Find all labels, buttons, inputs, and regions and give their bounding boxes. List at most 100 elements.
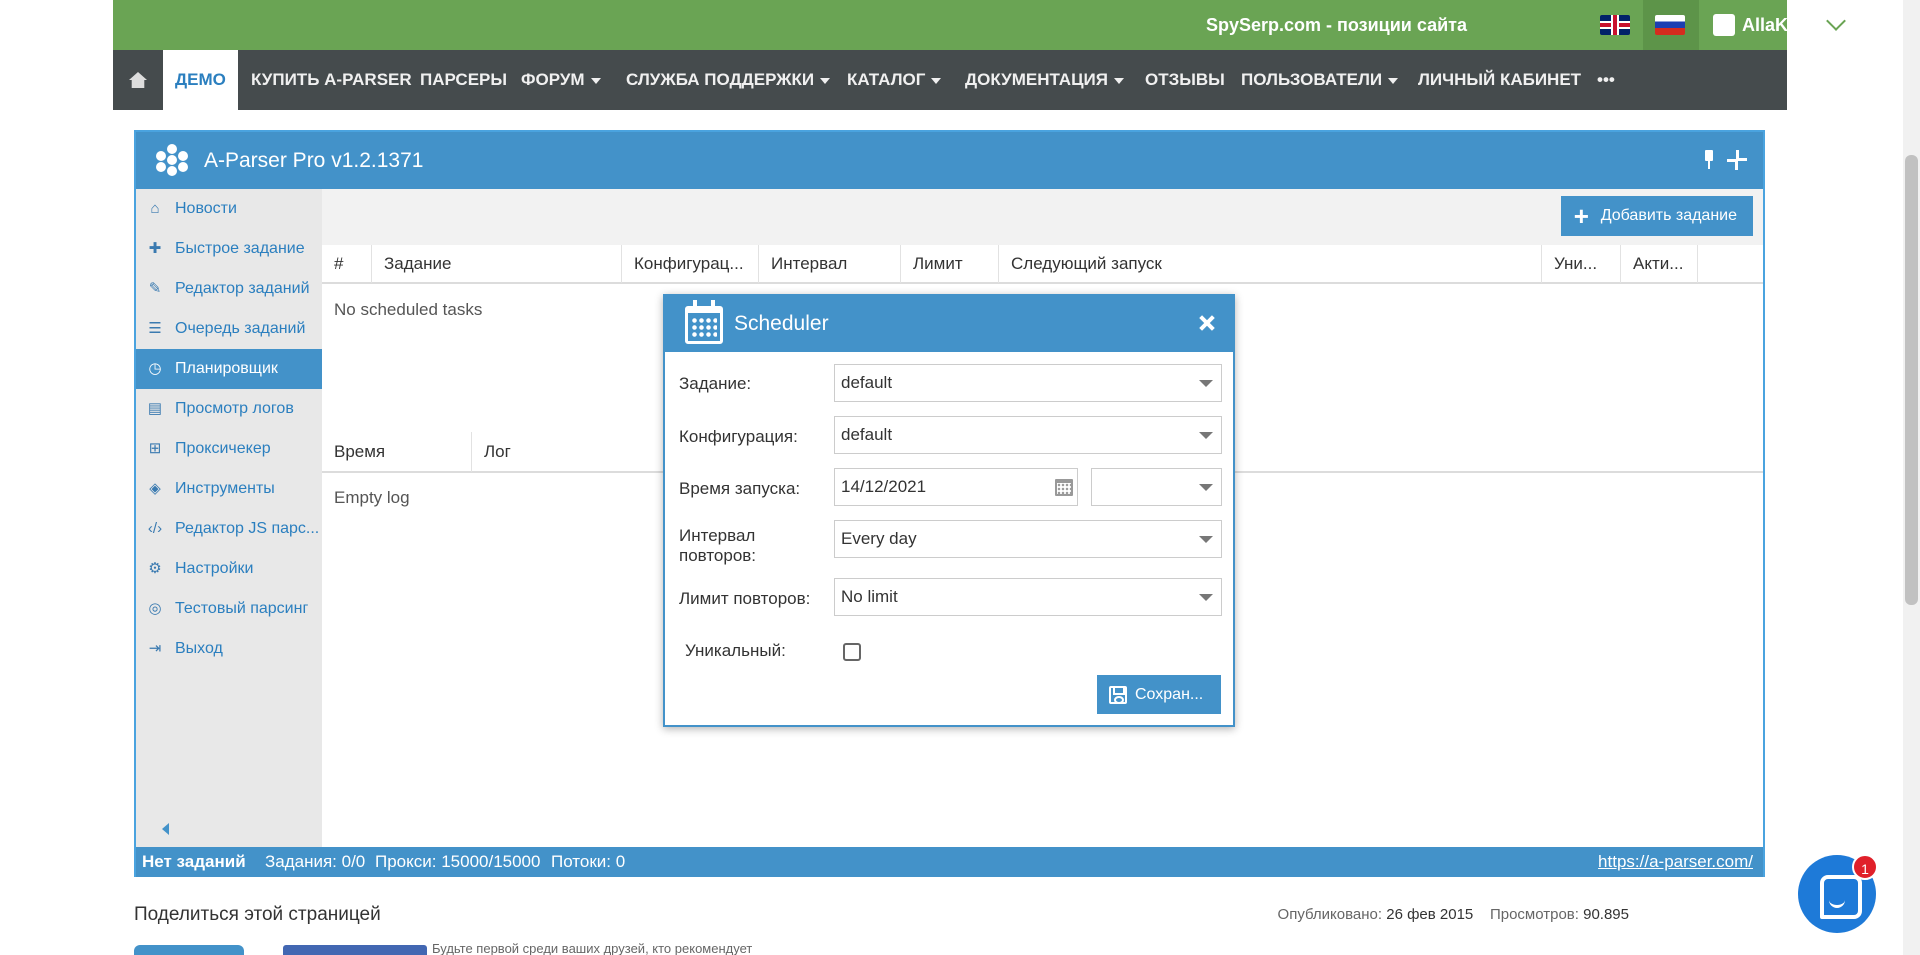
column-header[interactable]: Уни...	[1542, 245, 1621, 283]
calendar-icon	[685, 300, 723, 344]
nav-parsers[interactable]: ПАРСЕРЫ	[420, 50, 507, 110]
sidebar-item-logout[interactable]: ⇥ Выход	[136, 629, 322, 669]
uk-flag-icon[interactable]	[1600, 15, 1630, 35]
sidebar-item-test-parsing[interactable]: ◎ Тестовый парсинг	[136, 589, 322, 629]
no-tasks-text: No scheduled tasks	[334, 300, 483, 319]
language-ru-item[interactable]	[1643, 0, 1699, 50]
clock-icon: ◷	[148, 360, 162, 377]
views-count: 90.895	[1583, 906, 1629, 923]
status-threads: Потоки: 0	[551, 852, 626, 871]
nav-users-label: ПОЛЬЗОВАТЕЛИ	[1241, 70, 1383, 89]
column-header[interactable]: Акти...	[1621, 245, 1698, 283]
close-icon[interactable]	[1197, 313, 1217, 333]
nav-docs[interactable]: ДОКУМЕНТАЦИЯ	[965, 50, 1124, 110]
chevron-down-icon	[1388, 77, 1399, 84]
nav-catalog[interactable]: КАТАЛОГ	[847, 50, 942, 110]
config-label: Конфигурация:	[679, 427, 798, 446]
code-icon: ‹/›	[147, 520, 163, 537]
nav-buy[interactable]: КУПИТЬ A-PARSER	[251, 50, 412, 110]
sidebar-item-quick-task[interactable]: ✚ Быстрое задание	[136, 229, 322, 269]
sidebar-item-label: Очередь заданий	[175, 320, 306, 337]
column-header[interactable]: Время	[322, 432, 472, 472]
task-label: Задание:	[679, 374, 752, 393]
sidebar-item-task-editor[interactable]: ✎ Редактор заданий	[136, 269, 322, 309]
start-time-label: Время запуска:	[679, 479, 801, 498]
start-time-select[interactable]	[1091, 468, 1222, 506]
nav-support[interactable]: СЛУЖБА ПОДДЕРЖКИ	[626, 50, 831, 110]
sidebar-item-label: Быстрое задание	[175, 240, 305, 257]
page-scrollbar[interactable]	[1903, 0, 1920, 955]
nav-forum[interactable]: ФОРУМ	[521, 50, 601, 110]
status-proxy: Прокси: 15000/15000	[375, 852, 541, 871]
start-date-field[interactable]: 14/12/2021	[834, 468, 1078, 506]
column-header[interactable]: #	[322, 245, 372, 283]
interval-label-line: Интервал	[679, 526, 756, 545]
column-header[interactable]: Лог	[472, 432, 672, 472]
user-avatar[interactable]	[1713, 14, 1735, 36]
published-date: 26 фев 2015	[1386, 906, 1474, 923]
config-select[interactable]: default	[834, 416, 1222, 454]
nav-account[interactable]: ЛИЧНЫЙ КАБИНЕТ	[1418, 50, 1581, 110]
column-header[interactable]: Следующий запуск	[999, 245, 1542, 283]
sidebar-item-news[interactable]: ⌂ Новости	[136, 189, 322, 229]
sidebar-item-js-editor[interactable]: ‹/› Редактор JS парс...	[136, 509, 322, 549]
sidebar-item-label: Проксичекер	[175, 440, 271, 457]
chevron-down-icon	[931, 77, 942, 84]
calendar-icon[interactable]	[1055, 479, 1073, 496]
sidebar-item-settings[interactable]: ⚙ Настройки	[136, 549, 322, 589]
interval-label: Интервал повторов:	[679, 526, 756, 566]
unique-checkbox[interactable]	[843, 643, 861, 661]
spyserp-link[interactable]: SpySerp.com - позиции сайта	[1206, 0, 1467, 50]
nav-users[interactable]: ПОЛЬЗОВАТЕЛИ	[1241, 50, 1399, 110]
start-date-value: 14/12/2021	[841, 477, 927, 496]
app-statusbar: Нет заданий Задания: 0/0 Прокси: 15000/1…	[136, 847, 1763, 877]
sidebar-item-task-queue[interactable]: ☰ Очередь заданий	[136, 309, 322, 349]
chevron-down-icon	[590, 77, 601, 84]
home-icon[interactable]	[113, 50, 163, 110]
facebook-like-button[interactable]	[283, 945, 427, 955]
column-header[interactable]: Конфигурац...	[622, 245, 759, 283]
aparser-logo-icon	[152, 144, 192, 176]
sidebar-item-tools[interactable]: ◈ Инструменты	[136, 469, 322, 509]
limit-select[interactable]: No limit	[834, 578, 1222, 616]
sidebar-item-label: Тестовый парсинг	[175, 600, 309, 617]
column-header[interactable]: Лимит	[901, 245, 999, 283]
sidebar-item-proxychecker[interactable]: ⊞ Проксичекер	[136, 429, 322, 469]
share-button[interactable]	[134, 945, 244, 955]
collapse-sidebar-icon[interactable]	[162, 823, 169, 835]
published-label: Опубликовано:	[1277, 906, 1383, 923]
mail-icon[interactable]	[1826, 18, 1846, 32]
status-tasks: Задания: 0/0	[265, 852, 366, 871]
alerts-flag-icon[interactable]	[1869, 15, 1889, 35]
username-link[interactable]: AllaKuz	[1742, 0, 1808, 50]
tasks-table-header: # Задание Конфигурац... Интервал Лимит С…	[322, 245, 1763, 284]
column-header[interactable]: Задание	[372, 245, 622, 283]
chat-unread-badge: 1	[1852, 854, 1878, 880]
sidebar-item-logs[interactable]: ▤ Просмотр логов	[136, 389, 322, 429]
target-icon: ◎	[148, 600, 162, 617]
aparser-site-link[interactable]: https://a-parser.com/	[1598, 847, 1753, 877]
nav-demo[interactable]: ДЕМО	[163, 50, 238, 112]
list-icon: ☰	[148, 320, 162, 337]
nav-forum-label: ФОРУМ	[521, 70, 585, 89]
column-header[interactable]: Интервал	[759, 245, 901, 283]
pin-icon[interactable]	[1701, 150, 1717, 170]
compress-icon[interactable]	[1727, 150, 1747, 170]
save-button[interactable]: Сохран...	[1097, 675, 1221, 714]
add-task-button[interactable]: Добавить задание	[1560, 196, 1753, 236]
scheduler-dialog: Scheduler Задание: default Конфигурация:…	[663, 294, 1235, 727]
sidebar-item-label: Настройки	[175, 560, 254, 577]
interval-select[interactable]: Every day	[834, 520, 1222, 558]
scrollbar-thumb[interactable]	[1905, 155, 1918, 605]
sidebar-item-scheduler[interactable]: ◷ Планировщик	[136, 349, 322, 389]
nav-reviews[interactable]: ОТЗЫВЫ	[1145, 50, 1225, 110]
sidebar-item-label: Редактор заданий	[175, 280, 310, 297]
sidebar-item-label: Выход	[175, 640, 223, 657]
sidebar-item-label: Просмотр логов	[175, 400, 294, 417]
task-select[interactable]: default	[834, 364, 1222, 402]
chevron-down-icon	[1113, 77, 1124, 84]
nav-more[interactable]: •••	[1597, 50, 1615, 110]
cubes-icon: ◈	[149, 480, 161, 497]
puzzle-icon: ✚	[148, 240, 162, 257]
save-button-label: Сохран...	[1135, 686, 1204, 703]
